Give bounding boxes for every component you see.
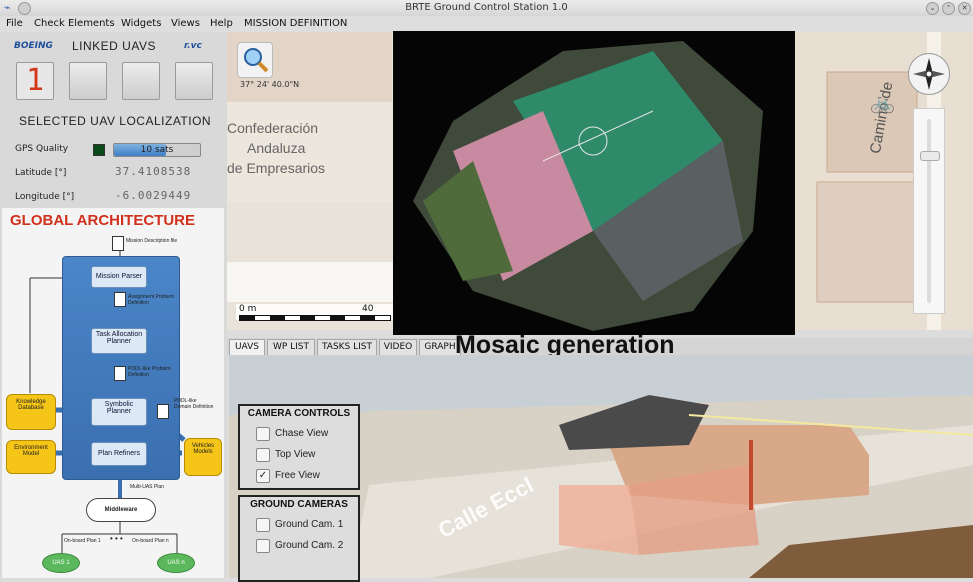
map-coordinate: 37° 24' 40.0"N [240, 80, 300, 89]
assignment-doc-icon [114, 292, 126, 307]
camera-controls-panel: CAMERA CONTROLS Chase View Top View ✓ Fr… [238, 404, 360, 490]
ground-cameras-title: GROUND CAMERAS [250, 499, 348, 510]
localization-title: SELECTED UAV LOCALIZATION [19, 114, 212, 128]
maximize-button[interactable]: ⌃ [942, 2, 955, 15]
longitude-label: Longitude [°] [15, 192, 75, 202]
tab-tasks-list[interactable]: TASKS LIST [317, 339, 377, 356]
menu-mission-definition[interactable]: MISSION DEFINITION [244, 18, 347, 29]
title-bar: ⌁ BRTE Ground Control Station 1.0 ⌄ ⌃ ✕ [0, 0, 973, 17]
task-allocation-box: Task Allocation Planner [91, 328, 147, 354]
uav-button-1[interactable]: 1 [16, 62, 54, 100]
menu-file[interactable]: File [6, 18, 23, 29]
menu-widgets[interactable]: Widgets [121, 18, 161, 29]
map-scale-bar: 0 m 40 [236, 304, 394, 321]
top-view-label[interactable]: Top View [275, 449, 315, 460]
left-panel: BOEING LINKED UAVS r.vc 1 SELECTED UAV L… [0, 32, 227, 578]
gps-status-led [93, 144, 105, 156]
middleware-label: Middleware [104, 507, 138, 513]
multi-uas-plan-label: Multi-UAS Plan [130, 484, 164, 490]
gps-quality-label: GPS Quality [15, 144, 69, 154]
menu-bar: File Check Elements Widgets Views Help M… [0, 16, 973, 32]
window-title: BRTE Ground Control Station 1.0 [405, 2, 568, 13]
uav-button-4[interactable] [175, 62, 213, 100]
chase-view-label[interactable]: Chase View [275, 428, 328, 439]
mission-file-icon [112, 236, 124, 251]
map-street-label-1: Confederación [227, 120, 319, 136]
onboard-plan-n-label: On-board Plan n [132, 538, 169, 544]
tab-wp-list[interactable]: WP LIST [267, 339, 315, 356]
environment-model-box: Environment Model [6, 440, 56, 474]
gps-quality-bar: 10 sats [113, 143, 201, 157]
ground-cam-1-checkbox[interactable] [256, 518, 270, 532]
map-street-label-3: de Empresarios [227, 160, 326, 176]
menu-check-elements[interactable]: Check Elements [34, 18, 115, 29]
zoom-slider[interactable] [913, 108, 945, 314]
menu-help[interactable]: Help [210, 18, 233, 29]
pddl-domain-icon [157, 404, 169, 419]
boeing-logo: BOEING [14, 41, 53, 51]
zoom-button[interactable] [237, 42, 273, 78]
rvc-logo: r.vc [184, 41, 202, 51]
ground-cam-2-label[interactable]: Ground Cam. 2 [275, 540, 343, 551]
free-view-checkbox[interactable]: ✓ [256, 469, 270, 483]
zoom-slider-track [927, 119, 931, 303]
scale-ruler [239, 315, 391, 321]
scale-end: 40 [362, 304, 374, 314]
bicycle-icon: 🚲 [870, 90, 895, 114]
mission-file-label: Mission Description file [126, 238, 178, 244]
top-view-checkbox[interactable] [256, 448, 270, 462]
ground-cam-1-label[interactable]: Ground Cam. 1 [275, 519, 343, 530]
uas-n-node: UAS n [157, 553, 195, 573]
camera-controls-title: CAMERA CONTROLS [247, 408, 351, 419]
compass-icon [913, 58, 945, 90]
mission-parser-box: Mission Parser [91, 266, 147, 288]
ground-cameras-panel: GROUND CAMERAS Ground Cam. 1 Ground Cam.… [238, 495, 360, 582]
vehicles-models-box: Vehicles Models [184, 438, 222, 476]
onboard-dots: • • • [110, 534, 123, 543]
ground-cam-2-checkbox[interactable] [256, 539, 270, 553]
architecture-diagram: GLOBAL ARCHITECTURE Mission Description … [2, 208, 224, 578]
free-view-label[interactable]: Free View [275, 470, 320, 481]
uav-button-3[interactable] [122, 62, 160, 100]
tab-uavs[interactable]: UAVS [229, 339, 265, 356]
middleware-cloud: Middleware [86, 498, 156, 522]
uav-button-2[interactable] [69, 62, 107, 100]
longitude-value: -6.0029449 [115, 189, 192, 202]
magnifier-icon [244, 48, 269, 73]
onboard-plan-1-label: On-board Plan 1 [64, 538, 101, 544]
tab-video[interactable]: VIDEO [379, 339, 417, 356]
latitude-value: 37.4108538 [115, 165, 192, 178]
uas-1-node: UAS 1 [42, 553, 80, 573]
pddl-problem-label: PDDL-like Problem Definition [128, 366, 171, 378]
symbolic-planner-box: Symbolic Planner [91, 398, 147, 426]
mosaic-image [393, 31, 795, 335]
scale-start: 0 m [239, 304, 257, 314]
pddl-problem-icon [114, 366, 126, 381]
chase-view-checkbox[interactable] [256, 427, 270, 441]
latitude-label: Latitude [°] [15, 168, 67, 178]
zoom-slider-handle[interactable] [920, 151, 940, 161]
plan-refiners-box: Plan Refiners [91, 442, 147, 466]
map-street-label-2: Andaluza [247, 140, 306, 156]
close-button[interactable]: ✕ [958, 2, 971, 15]
gps-quality-text: 10 sats [140, 145, 174, 155]
knowledge-database-box: Knowledge Database [6, 394, 56, 430]
menu-views[interactable]: Views [171, 18, 200, 29]
assignment-label: Assignment Problem Definition [128, 294, 175, 306]
minimize-button[interactable]: ⌄ [926, 2, 939, 15]
compass-control[interactable] [908, 53, 950, 95]
aerial-mosaic [413, 41, 763, 331]
linked-uavs-title: LINKED UAVS [72, 39, 156, 53]
pddl-domain-label: PDDL-like Domain Definition [174, 398, 214, 410]
